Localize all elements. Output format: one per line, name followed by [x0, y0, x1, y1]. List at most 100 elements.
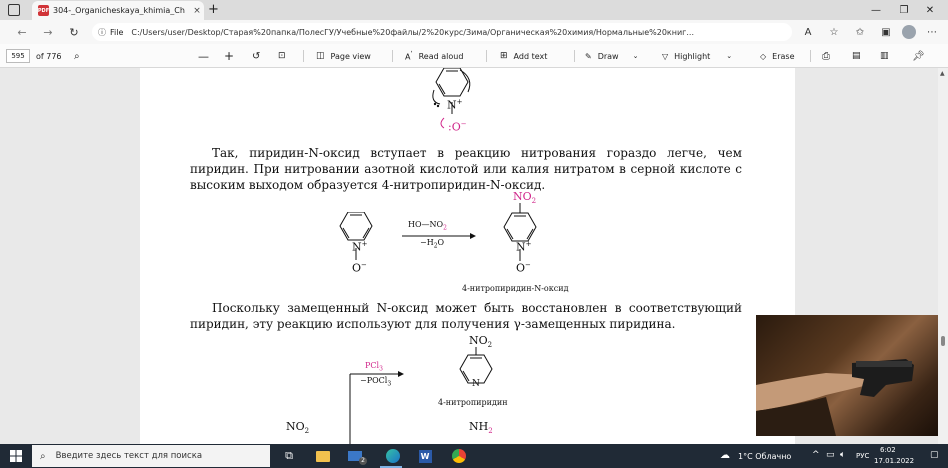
add-text-button[interactable]: ⊞ Add text [500, 44, 547, 68]
weather-text[interactable]: 1°C Облачно [738, 452, 791, 461]
reagent-water-removed: −H2O [420, 238, 445, 250]
save-as-icon[interactable]: ▥ [880, 44, 889, 68]
video-frame-image [756, 359, 914, 436]
language-indicator[interactable]: РУС [856, 452, 869, 460]
erase-label: Erase [772, 51, 795, 61]
chevron-down-icon[interactable]: ⌄ [633, 52, 639, 60]
page-number-input[interactable]: 595 [6, 49, 30, 63]
top-ring-nitrogen: N+ [447, 98, 463, 112]
reactant-oxygen: O− [352, 261, 367, 275]
url-text: C:/Users/user/Desktop/Старая%20папка/Пол… [131, 27, 695, 37]
page-view-icon: ◫ [316, 51, 325, 61]
more-menu-icon[interactable]: ⋯ [924, 24, 940, 40]
top-oxide-oxygen: :O− [448, 120, 467, 134]
refresh-button[interactable]: ↻ [66, 24, 82, 40]
mail-badge: 2 [359, 457, 367, 465]
chevron-down-icon[interactable]: ⌄ [726, 52, 732, 60]
task-view-icon[interactable]: ⧉ [280, 447, 298, 465]
toolbar-divider [486, 50, 487, 62]
favorite-star-icon[interactable]: ☆ [826, 24, 842, 40]
zoom-out-icon[interactable]: — [198, 44, 209, 68]
highlight-icon: ▽ [662, 51, 669, 61]
edge-browser-icon[interactable] [384, 447, 402, 465]
toolbar-divider [574, 50, 575, 62]
nitropyridine-nitrogen: N [472, 379, 480, 389]
toolbar-divider [392, 50, 393, 62]
chrome-icon[interactable] [450, 447, 468, 465]
vertical-scrollbar[interactable]: ▲ [938, 68, 948, 444]
address-bar: ← → ↻ ⓘ File C:/Users/user/Desktop/Стара… [0, 20, 948, 44]
url-field[interactable]: ⓘ File C:/Users/user/Desktop/Старая%20па… [92, 23, 792, 41]
clock-time[interactable]: 6:02 [880, 446, 896, 454]
close-window-button[interactable]: ✕ [910, 0, 948, 20]
eraser-icon: ◇ [760, 51, 767, 61]
collections-icon[interactable]: ▣ [878, 24, 894, 40]
windows-start-icon[interactable] [7, 447, 25, 465]
zoom-in-icon[interactable]: + [224, 44, 234, 68]
tab-active[interactable]: PDF 304-_Organicheskaya_khimia_Ch × [32, 1, 204, 20]
find-icon[interactable]: ⌕ [74, 44, 80, 68]
pdf-icon: PDF [38, 5, 49, 16]
scroll-up-arrow[interactable]: ▲ [940, 70, 945, 77]
info-icon[interactable]: ⓘ [98, 27, 106, 38]
rotate-icon[interactable]: ↺ [252, 44, 260, 68]
erase-button[interactable]: ◇ Erase [760, 44, 795, 68]
save-icon[interactable]: ▤ [852, 44, 861, 68]
tab-title: 304-_Organicheskaya_khimia_Ch [53, 6, 185, 15]
tray-chevron-icon[interactable]: ^ [812, 450, 820, 460]
page-view-button[interactable]: ◫ Page view [316, 44, 371, 68]
new-tab-button[interactable]: + [208, 2, 219, 17]
forward-button[interactable]: → [40, 24, 56, 40]
network-icon[interactable]: ▭ [826, 450, 835, 460]
favorites-icon[interactable]: ✩ [852, 24, 868, 40]
pin-icon[interactable]: 📌︎ [912, 44, 925, 68]
highlight-button[interactable]: ▽ Highlight ⌄ [662, 44, 732, 68]
pdf-toolbar: 595 of 776 ⌕ — + ↺ ⊡ ◫ Page view Aʼ Read… [0, 44, 948, 68]
taskbar: ⌕ Введите здесь текст для поиска ⧉ 2 W ☁… [0, 444, 948, 468]
read-aloud-button[interactable]: Aʼ Read aloud [405, 44, 463, 68]
mail-icon[interactable]: 2 [346, 447, 367, 465]
fit-page-icon[interactable]: ⊡ [278, 44, 286, 68]
video-overlay[interactable] [756, 315, 938, 436]
tab-close-button[interactable]: × [190, 6, 204, 16]
tab-actions-icon[interactable] [8, 4, 20, 16]
toolbar-divider [303, 50, 304, 62]
tab-strip: PDF 304-_Organicheskaya_khimia_Ch × + — … [0, 0, 948, 20]
page-view-label: Page view [330, 51, 371, 61]
url-scheme-label: File [110, 27, 124, 37]
highlight-label: Highlight [674, 51, 711, 61]
pyridine-n-oxide-structure [432, 68, 471, 129]
product-oxygen: O− [516, 261, 531, 275]
weather-icon[interactable]: ☁ [720, 450, 730, 461]
taskbar-search[interactable]: ⌕ Введите здесь текст для поиска [32, 445, 270, 467]
product-label-n-oxide: 4-нитропиридин-N-оксид [462, 284, 569, 293]
volume-icon[interactable]: 🔈︎ [840, 450, 845, 460]
notification-icon[interactable]: ▢ [930, 450, 939, 460]
page-total: of 776 [36, 51, 62, 61]
toolbar-divider [810, 50, 811, 62]
draw-button[interactable]: ✎ Draw ⌄ [585, 44, 638, 68]
scroll-thumb[interactable] [941, 336, 945, 346]
read-aloud-icon: Aʼ [405, 50, 413, 62]
bottom-left-nitro-group: NO2 [286, 420, 310, 436]
search-icon: ⌕ [40, 450, 46, 462]
product-nitrogen: N+ [516, 240, 532, 254]
product-label-nitropyridine: 4-нитропиридин [438, 398, 508, 407]
print-icon[interactable]: ⎙ [822, 44, 830, 68]
add-text-icon: ⊞ [500, 51, 508, 61]
clock-date[interactable]: 17.01.2022 [874, 457, 914, 465]
byproduct-pocl3: −POCl3 [360, 376, 392, 388]
profile-avatar[interactable] [902, 25, 916, 39]
pdf-page: N+ :O− Так, пиридин-N-оксид вступает в р… [140, 68, 795, 450]
draw-label: Draw [597, 51, 619, 61]
paragraph-reduction: Поскольку замещенный N-оксид может быть … [190, 301, 742, 331]
back-button[interactable]: ← [14, 24, 30, 40]
word-icon[interactable]: W [416, 447, 434, 465]
file-explorer-icon[interactable] [314, 447, 332, 465]
draw-icon: ✎ [585, 51, 592, 61]
search-placeholder: Введите здесь текст для поиска [55, 451, 203, 461]
reactant-nitrogen: N+ [352, 240, 368, 254]
bottom-right-amino-group: NH2 [469, 420, 493, 436]
read-mode-icon[interactable]: A [800, 24, 816, 40]
add-text-label: Add text [513, 51, 548, 61]
